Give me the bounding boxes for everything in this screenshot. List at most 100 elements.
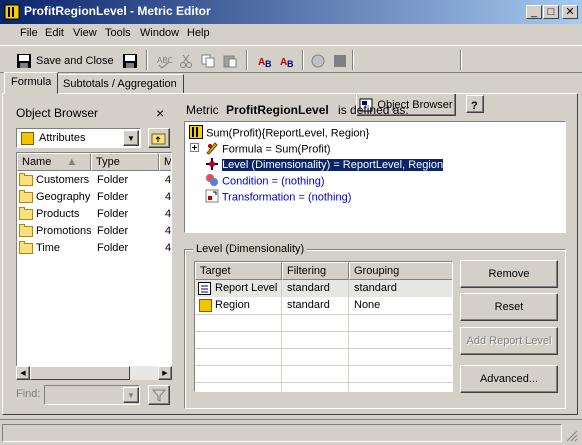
grid-line	[195, 314, 452, 315]
menu-file[interactable]: File	[20, 27, 38, 42]
list-item[interactable]: PromotionsFolder4/	[19, 223, 171, 242]
toolbar-separator	[246, 50, 248, 70]
window-title: ProfitRegionLevel - Metric Editor	[24, 4, 211, 18]
replace-icon[interactable]: AB	[278, 50, 298, 72]
find-label: Find:	[16, 388, 41, 400]
grid-line	[195, 331, 452, 332]
spellcheck-icon[interactable]: ABC	[154, 50, 174, 72]
close-button[interactable]: ✕	[562, 5, 578, 19]
toolbar-separator	[302, 50, 304, 70]
definition-tree: Sum(Profit){ReportLevel, Region} Formula…	[184, 121, 566, 233]
menu-bar: File Edit View Tools Window Help	[0, 25, 582, 44]
scroll-left-icon[interactable]: ◀	[16, 366, 30, 380]
status-bar	[0, 419, 582, 445]
reset-button[interactable]: Reset	[460, 293, 558, 321]
column-header-grouping[interactable]: Grouping	[349, 262, 452, 280]
horizontal-scrollbar[interactable]: ◀ ▶	[16, 366, 172, 380]
menu-help[interactable]: Help	[187, 27, 210, 42]
toolbar-separator	[352, 50, 354, 70]
validate-icon[interactable]	[308, 50, 328, 72]
column-header-type[interactable]: Type	[91, 153, 159, 171]
save-button[interactable]	[120, 50, 140, 72]
list-item[interactable]: GeographyFolder4/	[19, 189, 171, 208]
table-row[interactable]: Report Level standard standard	[195, 280, 452, 298]
folder-icon	[19, 172, 33, 186]
grid-line	[348, 280, 349, 391]
transformation-icon	[205, 189, 219, 206]
column-header-name[interactable]: Name ▲	[17, 153, 91, 171]
expand-icon[interactable]	[190, 143, 199, 155]
list-item[interactable]: TimeFolder4/	[19, 240, 171, 259]
find-input[interactable]: ▼	[44, 385, 140, 405]
tree-transformation[interactable]: Transformation = (nothing)	[205, 189, 351, 206]
folder-icon	[19, 189, 33, 203]
folder-up-icon	[151, 133, 166, 145]
object-browser-title: Object Browser	[16, 106, 99, 120]
menu-window[interactable]: Window	[140, 27, 179, 42]
menu-tools[interactable]: Tools	[105, 27, 131, 42]
tab-subtotals-aggregation[interactable]: Subtotals / Aggregation	[56, 74, 184, 94]
tree-level[interactable]: Level (Dimensionality) = ReportLevel, Re…	[205, 157, 445, 174]
filter-icon	[152, 389, 166, 402]
paste-icon[interactable]	[220, 50, 240, 72]
menu-edit[interactable]: Edit	[45, 27, 64, 42]
find-replace-icon[interactable]: AB	[256, 50, 276, 72]
list-item[interactable]: CustomersFolder4/	[19, 172, 171, 191]
add-report-level-button[interactable]: Add Report Level	[460, 327, 558, 355]
level-grid: Target Filtering Grouping Report Level s…	[194, 261, 453, 392]
advanced-button[interactable]: Advanced...	[460, 365, 558, 393]
metric-editor-icon	[4, 4, 20, 20]
dropdown-value: Attributes	[39, 132, 86, 144]
save-and-close-label: Save and Close	[36, 55, 114, 67]
list-item[interactable]: ProductsFolder4/	[19, 206, 171, 225]
level-icon	[205, 157, 219, 174]
column-header-modified[interactable]: Mo	[159, 153, 171, 171]
metric-name: ProfitRegionLevel	[226, 103, 329, 117]
cut-icon[interactable]	[176, 50, 196, 72]
title-bar: ProfitRegionLevel - Metric Editor _ □ ✕	[0, 0, 582, 24]
tree-formula[interactable]: Formula = Sum(Profit)	[205, 141, 331, 158]
chevron-down-icon[interactable]: ▼	[123, 130, 139, 146]
tab-formula[interactable]: Formula	[4, 72, 59, 94]
resize-grip-icon[interactable]	[566, 430, 578, 442]
column-header-target[interactable]: Target	[195, 262, 282, 280]
grid-line	[195, 365, 452, 366]
svg-text:ABC: ABC	[157, 56, 172, 65]
object-type-dropdown[interactable]: Attributes ▼	[16, 128, 141, 148]
tree-root[interactable]: Sum(Profit){ReportLevel, Region}	[189, 125, 369, 142]
save-and-close-button[interactable]: Save and Close	[16, 50, 116, 72]
scroll-right-icon[interactable]: ▶	[158, 366, 172, 380]
status-panel	[2, 424, 562, 442]
cube-icon	[199, 299, 212, 312]
grid-line	[195, 348, 452, 349]
save-icon	[123, 54, 137, 68]
definition-header: Metric ProfitRegionLevel is defined as:	[186, 103, 409, 117]
minimize-button[interactable]: _	[526, 5, 542, 19]
object-browser-pane: Object Browser × Attributes ▼ Name ▲ Typ…	[14, 104, 174, 405]
grid-line	[281, 280, 282, 391]
close-pane-icon[interactable]: ×	[156, 105, 164, 121]
remove-button[interactable]: Remove	[460, 260, 558, 288]
table-row[interactable]: Region standard None	[195, 297, 452, 314]
condition-icon	[205, 173, 219, 190]
folder-icon	[19, 206, 33, 220]
copy-icon[interactable]	[198, 50, 218, 72]
chevron-down-icon[interactable]: ▼	[123, 387, 139, 403]
formula-icon	[205, 141, 219, 158]
object-list: Name ▲ Type Mo CustomersFolder4/ Geograp…	[16, 152, 172, 374]
level-group-title: Level (Dimensionality)	[193, 243, 308, 255]
parent-folder-button[interactable]	[148, 128, 170, 148]
menu-view[interactable]: View	[73, 27, 97, 42]
report-level-icon	[198, 282, 211, 298]
maximize-button[interactable]: □	[543, 5, 559, 19]
metric-icon	[189, 125, 203, 142]
filter-button[interactable]	[148, 385, 170, 405]
format-icon[interactable]	[330, 50, 350, 72]
scroll-thumb[interactable]	[30, 366, 130, 380]
grid-line	[195, 382, 452, 383]
cube-icon	[21, 132, 34, 145]
folder-icon	[19, 240, 33, 254]
tree-condition[interactable]: Condition = (nothing)	[205, 173, 325, 190]
column-header-filtering[interactable]: Filtering	[282, 262, 349, 280]
folder-icon	[19, 223, 33, 237]
